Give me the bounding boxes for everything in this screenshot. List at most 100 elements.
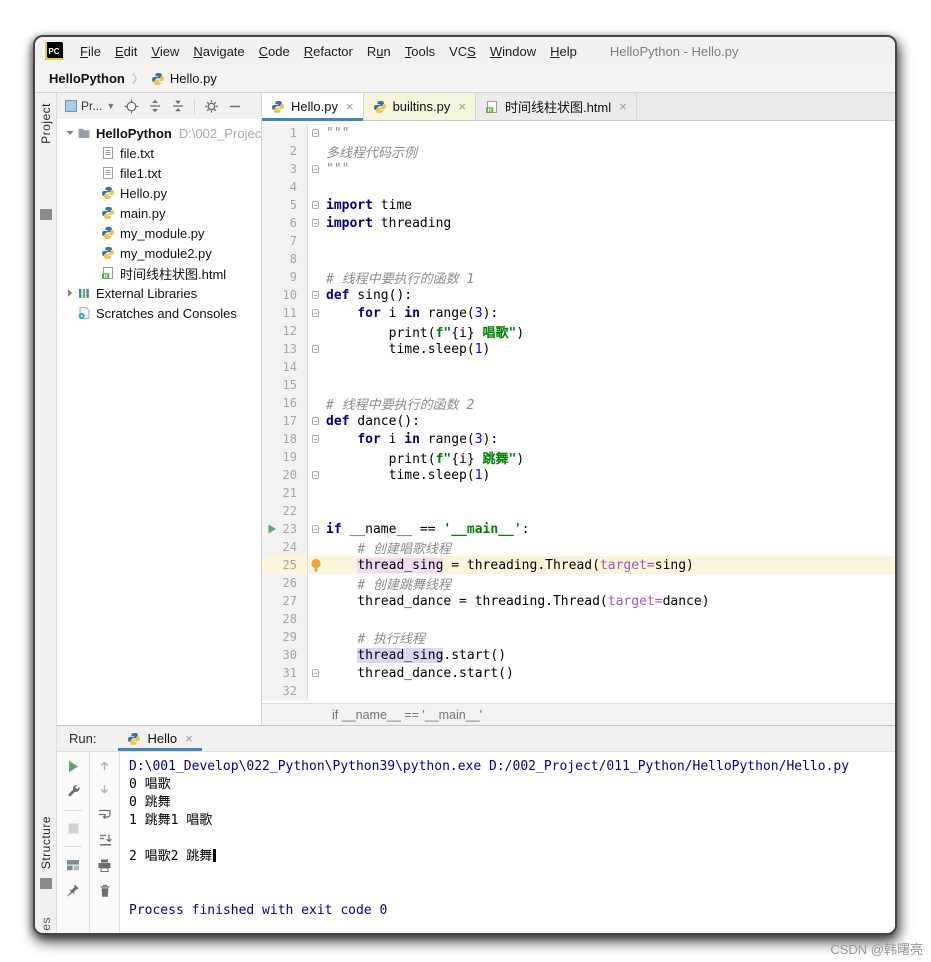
fold-column[interactable] — [308, 178, 324, 196]
fold-column[interactable] — [308, 322, 324, 340]
fold-column[interactable] — [308, 250, 324, 268]
code-line-28[interactable]: 28 — [262, 610, 895, 628]
fold-column[interactable] — [308, 340, 324, 358]
tree-item-hello-py[interactable]: Hello.py — [57, 183, 261, 203]
fold-column[interactable] — [308, 304, 324, 322]
close-icon[interactable]: × — [346, 99, 354, 114]
fold-column[interactable] — [308, 430, 324, 448]
fold-marker-icon[interactable] — [312, 417, 319, 425]
menu-item-vcs[interactable]: VCS — [442, 41, 483, 62]
code-line-20[interactable]: 20 time.sleep(1) — [262, 466, 895, 484]
fold-marker-icon[interactable] — [312, 669, 319, 677]
fold-marker-icon[interactable] — [312, 345, 319, 353]
menu-item-window[interactable]: Window — [483, 41, 543, 62]
code-line-7[interactable]: 7 — [262, 232, 895, 250]
menu-item-refactor[interactable]: Refactor — [297, 41, 360, 62]
gutter-line-number[interactable]: 4 — [262, 178, 308, 196]
structure-tool-window-icon[interactable] — [40, 878, 52, 889]
gutter-line-number[interactable]: 6 — [262, 214, 308, 232]
fold-column[interactable] — [308, 124, 324, 142]
fold-marker-icon[interactable] — [312, 291, 319, 299]
tree-item-hellopython[interactable]: HelloPython D:\002_Projec — [57, 123, 261, 143]
fold-marker-icon[interactable] — [312, 201, 319, 209]
gutter-line-number[interactable]: 19 — [262, 448, 308, 466]
gutter-line-number[interactable]: 14 — [262, 358, 308, 376]
tree-item-scratches-and-consoles[interactable]: Scratches and Consoles — [57, 303, 261, 323]
gutter-line-number[interactable]: 31 — [262, 664, 308, 682]
fold-column[interactable] — [308, 574, 324, 592]
close-icon[interactable]: × — [185, 731, 193, 746]
menu-item-tools[interactable]: Tools — [398, 41, 442, 62]
code-line-19[interactable]: 19 print(f"{i} 跳舞") — [262, 448, 895, 467]
gutter-line-number[interactable]: 8 — [262, 250, 308, 268]
gutter-line-number[interactable]: 28 — [262, 610, 308, 628]
fold-column[interactable] — [308, 376, 324, 394]
gutter-line-number[interactable]: 5 — [262, 196, 308, 214]
collapse-all-button[interactable] — [171, 99, 185, 113]
menu-item-code[interactable]: Code — [252, 41, 297, 62]
gutter-line-number[interactable]: 3 — [262, 160, 308, 178]
gutter-line-number[interactable]: 18 — [262, 430, 308, 448]
project-view-selector[interactable]: Pr... ▼ — [65, 99, 115, 113]
tree-item-external-libraries[interactable]: External Libraries — [57, 283, 261, 303]
code-line-5[interactable]: 5 import time — [262, 196, 895, 214]
code-line-6[interactable]: 6 import threading — [262, 214, 895, 232]
fold-column[interactable] — [308, 214, 324, 232]
code-line-10[interactable]: 10 def sing(): — [262, 286, 895, 304]
fold-column[interactable] — [308, 232, 324, 250]
code-line-3[interactable]: 3 """ — [262, 160, 895, 178]
fold-column[interactable] — [308, 610, 324, 628]
prev-occurrence-button[interactable] — [98, 759, 111, 772]
gutter-line-number[interactable]: 13 — [262, 340, 308, 358]
stop-button[interactable] — [67, 822, 80, 835]
code-line-17[interactable]: 17 def dance(): — [262, 412, 895, 430]
code-line-29[interactable]: 29 # 执行线程 — [262, 628, 895, 647]
fold-column[interactable] — [308, 502, 324, 520]
editor-tab-hello-py[interactable]: Hello.py × — [262, 93, 364, 121]
menu-item-run[interactable]: Run — [360, 41, 398, 62]
fold-column[interactable] — [308, 196, 324, 214]
pin-tab-button[interactable] — [66, 883, 80, 897]
restore-layout-button[interactable] — [66, 858, 80, 872]
code-line-2[interactable]: 2 多线程代码示例 — [262, 142, 895, 161]
code-line-24[interactable]: 24 # 创建唱歌线程 — [262, 538, 895, 557]
code-line-21[interactable]: 21 — [262, 484, 895, 502]
expand-all-button[interactable] — [148, 99, 162, 113]
close-icon[interactable]: × — [458, 99, 466, 114]
fold-column[interactable] — [308, 142, 324, 160]
fold-column[interactable] — [308, 520, 324, 538]
tool-stripe-structure-tab[interactable]: Structure — [39, 816, 53, 869]
fold-column[interactable] — [308, 556, 324, 574]
tree-item-file-txt[interactable]: file.txt — [57, 143, 261, 163]
menu-item-navigate[interactable]: Navigate — [186, 41, 251, 62]
fold-marker-icon[interactable] — [312, 165, 319, 173]
code-line-11[interactable]: 11 for i in range(3): — [262, 304, 895, 322]
gutter-line-number[interactable]: 15 — [262, 376, 308, 394]
gutter-line-number[interactable]: 10 — [262, 286, 308, 304]
code-line-12[interactable]: 12 print(f"{i} 唱歌") — [262, 322, 895, 341]
code-line-18[interactable]: 18 for i in range(3): — [262, 430, 895, 448]
fold-column[interactable] — [308, 664, 324, 682]
code-line-22[interactable]: 22 — [262, 502, 895, 520]
tree-item-main-py[interactable]: main.py — [57, 203, 261, 223]
editor-tab-builtins-py[interactable]: builtins.py × — [363, 93, 476, 120]
fold-column[interactable] — [308, 538, 324, 556]
gutter-line-number[interactable]: 26 — [262, 574, 308, 592]
gutter-line-number[interactable]: 7 — [262, 232, 308, 250]
editor-tab-item[interactable]: H 时间线柱状图.html × — [476, 93, 637, 120]
gutter-line-number[interactable]: 23 — [262, 520, 308, 538]
intention-bulb-icon[interactable] — [310, 558, 322, 573]
menu-item-view[interactable]: View — [144, 41, 186, 62]
close-icon[interactable]: × — [619, 99, 627, 114]
code-line-27[interactable]: 27 thread_dance = threading.Thread(targe… — [262, 592, 895, 610]
fold-column[interactable] — [308, 160, 324, 178]
next-occurrence-button[interactable] — [98, 783, 111, 796]
code-line-25[interactable]: 25 thread_sing = threading.Thread(target… — [262, 556, 895, 574]
tree-chevron-icon[interactable] — [63, 288, 77, 298]
tree-item-my-module-py[interactable]: my_module.py — [57, 223, 261, 243]
tree-chevron-icon[interactable] — [63, 128, 77, 138]
settings-gear-button[interactable] — [204, 99, 219, 114]
fold-marker-icon[interactable] — [312, 525, 319, 533]
tree-item-file1-txt[interactable]: file1.txt — [57, 163, 261, 183]
code-line-8[interactable]: 8 — [262, 250, 895, 268]
